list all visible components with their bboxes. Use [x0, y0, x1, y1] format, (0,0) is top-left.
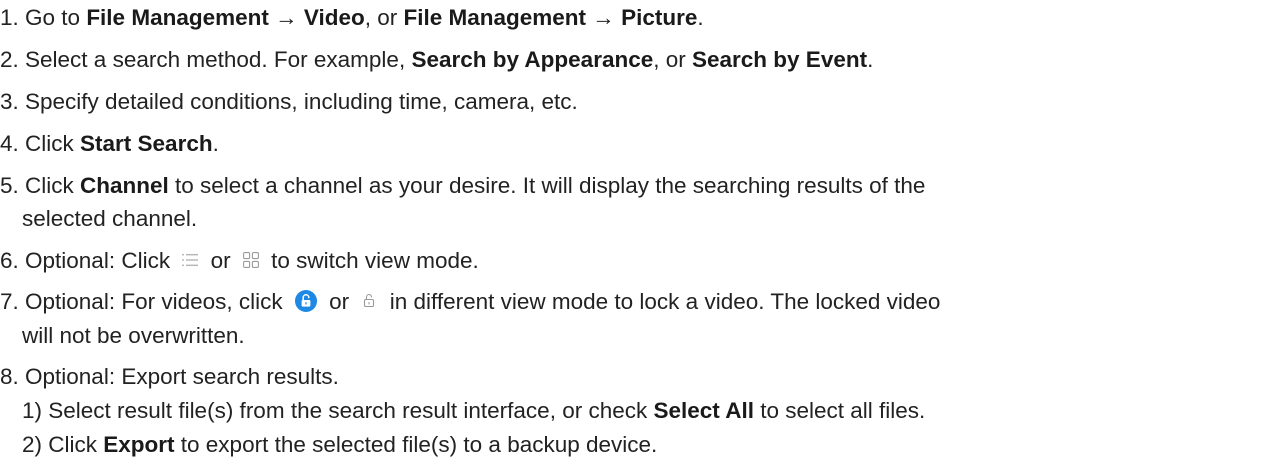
step-2-or: , or [653, 47, 692, 72]
step-6: 6. Optional: Click or to switch view mod… [0, 246, 479, 276]
start-search-label: Start Search [80, 131, 213, 156]
step-3-text: 3. Specify detailed conditions, includin… [0, 89, 578, 114]
step-8: 8. Optional: Export search results. [0, 362, 339, 392]
step-6-or: or [210, 248, 231, 273]
menu-file-management: File Management [86, 5, 269, 30]
list-view-icon [182, 253, 199, 267]
step-5-text: 5. Click [0, 173, 81, 198]
unlock-blue-icon [294, 290, 317, 313]
step-8-sub-1-text: 1) Select result file(s) from the search… [22, 398, 654, 423]
step-8-sub-1-rest: to select all files. [753, 398, 926, 423]
step-4-end: . [212, 131, 219, 156]
step-5: 5. Click Channel to select a channel as … [0, 171, 925, 201]
grid-view-icon [242, 252, 259, 269]
menu-video: Video [303, 5, 365, 30]
step-7-text: 7. Optional: For videos, click [0, 289, 283, 314]
step-4-text: 4. Click [0, 131, 81, 156]
step-5-rest: to select a channel as your desire. It w… [168, 173, 926, 198]
menu-picture: Picture [621, 5, 698, 30]
step-5-continuation: selected channel. [22, 206, 198, 231]
search-by-appearance-label: Search by Appearance [411, 47, 654, 72]
step-8-sub-1: 1) Select result file(s) from the search… [22, 396, 925, 426]
arrow-text-2: → [586, 5, 622, 30]
search-by-event-label: Search by Event [692, 47, 868, 72]
step-8-sub-2-rest: to export the selected file(s) to a back… [174, 432, 658, 457]
step-3: 3. Specify detailed conditions, includin… [0, 87, 578, 117]
step-7-rest: in different view mode to lock a video. … [389, 289, 941, 314]
select-all-label: Select All [653, 398, 754, 423]
step-7-continuation: will not be overwritten. [22, 323, 245, 348]
step-6-text: 6. Optional: Click [0, 248, 171, 273]
step-7: 7. Optional: For videos, click or in dif… [0, 287, 940, 317]
step-8-text: 8. Optional: Export search results. [0, 364, 339, 389]
step-4: 4. Click Start Search. [0, 129, 219, 159]
step-2-text: 2. Select a search method. For example, [0, 47, 412, 72]
step-7-line-2: will not be overwritten. [22, 321, 245, 351]
arrow-text: → [268, 5, 304, 30]
step-1: 1. Go to File Management → Video, or Fil… [0, 3, 704, 33]
step-1-or: , or [364, 5, 404, 30]
export-label: Export [103, 432, 175, 457]
step-8-sub-2: 2) Click Export to export the selected f… [22, 430, 657, 460]
step-5-line-2: selected channel. [22, 204, 197, 234]
step-7-or: or [329, 289, 350, 314]
channel-label: Channel [80, 173, 169, 198]
step-2: 2. Select a search method. For example, … [0, 45, 873, 75]
menu-file-management-2: File Management [403, 5, 587, 30]
step-2-end: . [867, 47, 874, 72]
step-6-rest: to switch view mode. [271, 248, 479, 273]
step-8-sub-2-text: 2) Click [22, 432, 104, 457]
step-1-end: . [697, 5, 704, 30]
unlock-gray-icon [361, 292, 377, 308]
step-1-text: 1. Go to [0, 5, 87, 30]
